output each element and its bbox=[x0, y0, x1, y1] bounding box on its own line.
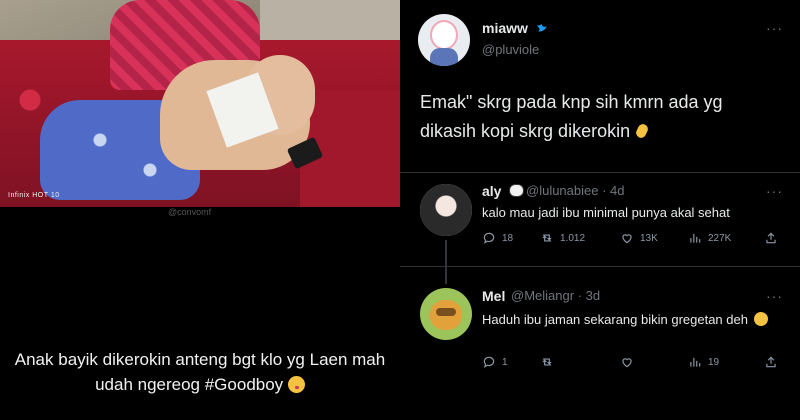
reply-time: 4d bbox=[610, 183, 625, 198]
video-frame-photo: Infinix HOT 10 bbox=[0, 0, 400, 207]
author-handle[interactable]: @pluviole bbox=[482, 42, 539, 57]
views-icon bbox=[690, 357, 701, 367]
like-icon bbox=[622, 234, 632, 244]
like-action[interactable] bbox=[620, 355, 640, 369]
reply-actions: 1 19 bbox=[482, 355, 782, 373]
smile-emoji-icon bbox=[753, 312, 768, 326]
reply-name[interactable]: aly bbox=[482, 183, 501, 199]
reply-name[interactable]: Mel bbox=[482, 288, 505, 304]
verified-icon bbox=[536, 23, 547, 32]
share-icon bbox=[766, 232, 776, 244]
reply-time: 3d bbox=[585, 288, 601, 303]
reply-handle[interactable]: @Meliangr bbox=[511, 288, 574, 303]
reply-avatar[interactable] bbox=[420, 184, 472, 236]
retweet-action[interactable]: 1.012 bbox=[540, 231, 585, 245]
views-action[interactable]: 19 bbox=[688, 355, 719, 369]
caption-text: Anak bayik dikerokin anteng bgt klo yg L… bbox=[10, 347, 390, 397]
share-icon bbox=[766, 356, 776, 368]
reply-count: 18 bbox=[502, 232, 514, 244]
view-count: 227K bbox=[708, 232, 732, 244]
like-count: 13K bbox=[640, 232, 658, 244]
brand-watermark: Infinix HOT 10 bbox=[8, 192, 60, 199]
more-icon[interactable]: ··· bbox=[766, 183, 783, 199]
reply-count: 1 bbox=[502, 356, 508, 368]
share-action[interactable] bbox=[764, 231, 784, 245]
retweet-action[interactable] bbox=[540, 355, 560, 369]
reply-actions: 18 1.012 13K 227K bbox=[482, 231, 782, 249]
reply-handle[interactable]: @lulunabiee bbox=[526, 183, 598, 198]
reply-text-body: Haduh ibu jaman sekarang bikin gregetan … bbox=[482, 312, 748, 327]
reply-name-row[interactable]: aly bbox=[482, 183, 525, 199]
kiss-emoji-icon bbox=[287, 376, 305, 393]
author-name[interactable]: miaww bbox=[482, 20, 528, 36]
reply-handle-time[interactable]: @Meliangr · 3d bbox=[511, 288, 600, 303]
views-action[interactable]: 227K bbox=[688, 231, 731, 245]
author-avatar[interactable] bbox=[418, 14, 470, 66]
divider bbox=[400, 266, 800, 267]
divider bbox=[400, 172, 800, 173]
views-icon bbox=[690, 233, 701, 243]
view-count: 19 bbox=[708, 356, 720, 368]
reply-icon bbox=[483, 356, 495, 368]
share-action[interactable] bbox=[764, 355, 784, 369]
reply-handle-time[interactable]: @lulunabiee · 4d bbox=[526, 183, 625, 198]
more-icon[interactable]: ··· bbox=[766, 288, 783, 304]
thread-line bbox=[445, 240, 447, 284]
pinched-fingers-emoji-icon bbox=[635, 122, 651, 140]
reply-icon bbox=[483, 232, 495, 244]
tweet-text-body: Emak" skrg pada knp sih kmrn ada yg dika… bbox=[420, 92, 723, 141]
reply-text: kalo mau jadi ibu minimal punya akal seh… bbox=[482, 205, 730, 220]
more-icon[interactable]: ··· bbox=[766, 20, 783, 36]
caption-body: Anak bayik dikerokin anteng bgt klo yg L… bbox=[14, 350, 386, 394]
retweet-icon bbox=[542, 358, 552, 366]
retweet-icon bbox=[542, 234, 552, 242]
left-panel: Infinix HOT 10 @convomf Anak bayik diker… bbox=[0, 0, 400, 420]
like-icon bbox=[622, 358, 632, 368]
panda-emoji-icon bbox=[509, 184, 525, 197]
reply-text: Haduh ibu jaman sekarang bikin gregetan … bbox=[482, 309, 782, 330]
retweet-count: 1.012 bbox=[560, 232, 586, 244]
tweet-text: Emak" skrg pada knp sih kmrn ada yg dika… bbox=[420, 88, 780, 146]
handle-watermark: @convomf bbox=[168, 207, 212, 217]
author-name-row[interactable]: miaww bbox=[482, 20, 548, 36]
tweet-panel: miaww @pluviole ··· Emak" skrg pada knp … bbox=[400, 0, 800, 420]
like-action[interactable]: 13K bbox=[620, 231, 658, 245]
reply-action[interactable]: 18 bbox=[482, 231, 513, 245]
reply-avatar[interactable] bbox=[420, 288, 472, 340]
reply-action[interactable]: 1 bbox=[482, 355, 508, 369]
